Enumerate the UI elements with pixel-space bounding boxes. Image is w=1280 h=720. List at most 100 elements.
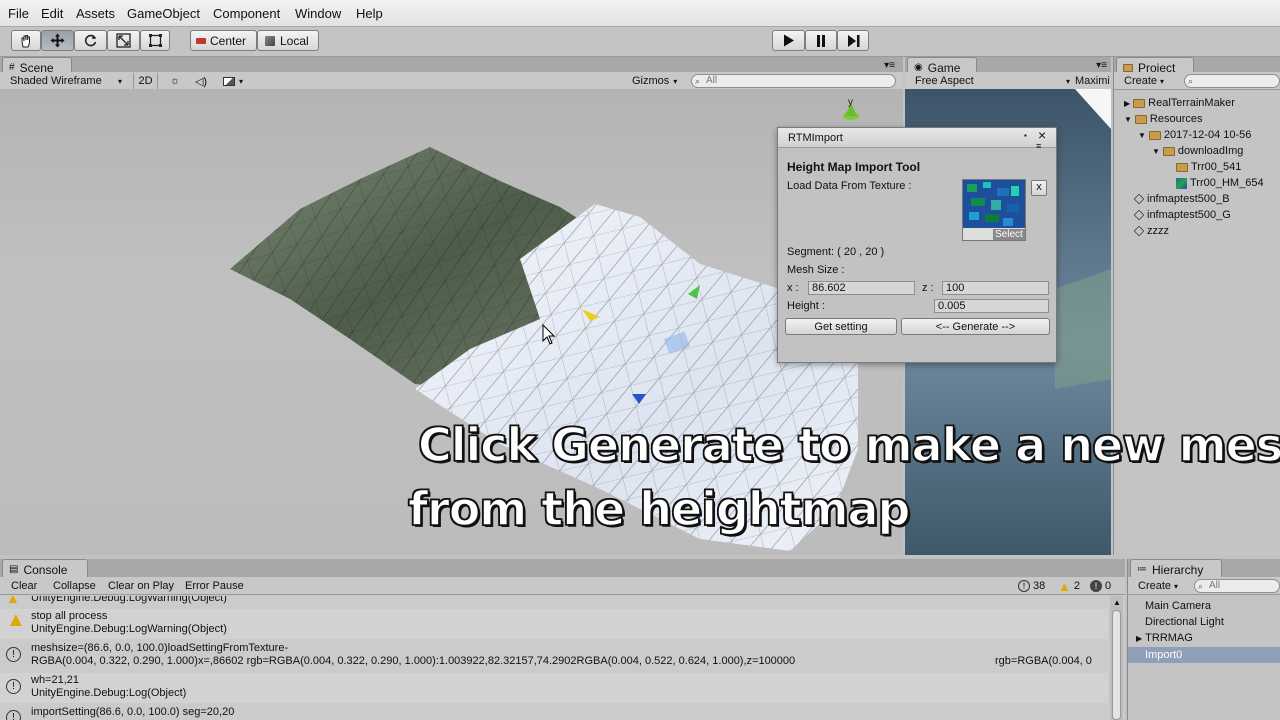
warning-filter-toggle[interactable]: ▲ 2 — [1058, 578, 1080, 594]
scene-toolbar: Shaded Wireframe ▾ 2D ☼ ◁) ▾ Gizmos ▾ ⌕ … — [0, 72, 903, 90]
tab-console[interactable]: ▤ Console — [2, 559, 88, 579]
step-button[interactable] — [837, 30, 869, 51]
log-row[interactable]: ! meshsize=(86.6, 0.0, 100.0)loadSetting… — [0, 641, 1108, 671]
rect-tool-icon — [148, 34, 162, 47]
heightmap-thumbnail — [963, 180, 1025, 228]
project-create-dropdown[interactable]: Create ▾ — [1124, 73, 1168, 89]
mode-2d-toggle[interactable]: 2D — [133, 73, 158, 89]
console-error-pause-button[interactable]: Error Pause — [185, 578, 244, 594]
log-row-text: UnityEngine.Debug:Log(Object) — [31, 687, 187, 699]
tree-item-infmaptest500-b[interactable]: infmaptest500_B — [1133, 193, 1230, 205]
scrollbar-thumb[interactable] — [1112, 610, 1121, 720]
effects-dropdown[interactable]: ▾ — [218, 73, 248, 89]
mesh-x-label: x : — [787, 282, 799, 294]
mesh-x-field[interactable]: 86.602 — [808, 281, 915, 295]
move-tool-button[interactable] — [41, 30, 74, 51]
hierarchy-search-input[interactable]: ⌕ All — [1194, 579, 1280, 593]
maximize-on-play-toggle[interactable]: Maximi — [1075, 73, 1111, 89]
scroll-up-icon[interactable]: ▲ — [1113, 598, 1121, 607]
clear-texture-button[interactable]: x — [1031, 180, 1047, 196]
console-clear-on-play-button[interactable]: Clear on Play — [108, 578, 174, 594]
menu-component[interactable]: Component — [213, 6, 280, 21]
log-filter-toggle[interactable]: ! 38 — [1018, 578, 1045, 594]
panel-menu-icon[interactable]: ≡ — [1036, 141, 1041, 151]
tree-item-label: infmaptest500_G — [1147, 209, 1231, 221]
select-texture-button[interactable]: Select — [993, 229, 1025, 240]
tree-item-date-folder[interactable]: ▼ 2017-12-04 10-56 — [1138, 129, 1251, 141]
scene-view[interactable]: y — [0, 89, 903, 555]
rotate-tool-button[interactable] — [74, 30, 107, 51]
hierarchy-item-trrmag[interactable]: ▶ TRRMAG — [1136, 632, 1193, 644]
tree-item-label: infmaptest500_B — [1147, 193, 1230, 205]
project-search-input[interactable]: ⌕ — [1184, 74, 1280, 88]
menu-edit[interactable]: Edit — [41, 6, 63, 21]
menu-gameobject[interactable]: GameObject — [127, 6, 200, 21]
hierarchy-item-import0[interactable]: Import0 — [1128, 647, 1280, 663]
gizmos-label: Gizmos — [632, 75, 670, 87]
log-row[interactable]: ! importSetting(86.6, 0.0, 100.0) seg=20… — [0, 705, 1108, 720]
info-icon: ! — [6, 710, 21, 720]
shading-mode-dropdown[interactable]: Shaded Wireframe ▾ — [10, 73, 122, 89]
tree-item-resources[interactable]: ▼ Resources — [1124, 113, 1203, 125]
lighting-toggle[interactable]: ☼ — [164, 73, 186, 89]
warning-icon: ▲ — [1058, 578, 1071, 594]
axis-y-label: y — [848, 97, 853, 108]
pause-button[interactable] — [805, 30, 837, 51]
hierarchy-create-dropdown[interactable]: Create ▾ — [1138, 578, 1182, 594]
scale-tool-button[interactable] — [107, 30, 140, 51]
tree-item-realterrainmaker[interactable]: ▶ RealTerrainMaker — [1124, 97, 1235, 109]
hierarchy-item-directional-light[interactable]: Directional Light — [1145, 616, 1224, 628]
tree-item-zzzz[interactable]: zzzz — [1133, 225, 1169, 237]
unity-logo-icon — [1133, 225, 1145, 237]
dialog-title: RTMImport — [788, 132, 843, 144]
console-clear-button[interactable]: Clear — [11, 578, 37, 594]
step-icon — [847, 34, 859, 47]
log-row[interactable]: ! wh=21,21 UnityEngine.Debug:Log(Object) — [0, 673, 1108, 703]
generate-button[interactable]: <-- Generate --> — [901, 318, 1050, 335]
log-row[interactable]: ▲ stop all process UnityEngine.Debug:Log… — [0, 609, 1108, 639]
pivot-center-button[interactable]: Center — [190, 30, 257, 51]
hierarchy-item-label: TRRMAG — [1145, 632, 1193, 644]
sun-icon: ☼ — [169, 75, 181, 87]
console-icon: ▤ — [9, 564, 19, 575]
play-button[interactable] — [772, 30, 805, 51]
menu-help[interactable]: Help — [356, 6, 383, 21]
tree-item-downloadimg[interactable]: ▼ downloadImg — [1152, 145, 1243, 157]
menu-file[interactable]: File — [8, 6, 29, 21]
tree-item-trr00-hm-654[interactable]: Trr00_HM_654 — [1176, 177, 1264, 189]
dialog-titlebar[interactable]: RTMImport ▪ × ≡ — [778, 127, 1056, 151]
tree-item-label: Resources — [1149, 113, 1203, 125]
texture-picker[interactable]: Select — [962, 179, 1026, 241]
gizmos-dropdown[interactable]: Gizmos ▾ — [632, 73, 680, 89]
tree-item-infmaptest500-g[interactable]: infmaptest500_G — [1133, 209, 1231, 221]
menu-assets[interactable]: Assets — [76, 6, 115, 21]
texture-icon — [1176, 177, 1187, 189]
hierarchy-item-label: Directional Light — [1145, 616, 1224, 628]
hand-tool-button[interactable] — [11, 30, 41, 51]
tab-hierarchy[interactable]: ≔ Hierarchy — [1130, 559, 1222, 579]
panel-menu-icon[interactable]: ▾≡ — [1096, 60, 1107, 71]
rect-tool-button[interactable] — [140, 30, 170, 51]
height-field[interactable]: 0.005 — [934, 299, 1049, 313]
console-panel: ▤ Console Clear Collapse Clear on Play E… — [0, 559, 1125, 720]
panel-menu-icon[interactable]: ▾≡ — [884, 60, 895, 71]
get-setting-button[interactable]: Get setting — [785, 318, 897, 335]
hierarchy-toolbar: Create ▾ ⌕ All — [1128, 577, 1280, 595]
menu-window[interactable]: Window — [295, 6, 341, 21]
mesh-z-field[interactable]: 100 — [942, 281, 1049, 295]
tree-item-trr00-541[interactable]: Trr00_541 — [1176, 161, 1241, 173]
maximize-icon[interactable]: ▪ — [1024, 131, 1027, 140]
project-panel: Project Create ▾ ⌕ ▶ RealTerrainMaker ▼ Re… — [1113, 57, 1280, 555]
error-filter-toggle[interactable]: ! 0 — [1090, 578, 1111, 594]
aspect-dropdown[interactable]: Free Aspect ▾ — [915, 73, 1070, 89]
info-icon: ! — [6, 679, 21, 694]
console-collapse-button[interactable]: Collapse — [53, 578, 96, 594]
pivot-local-button[interactable]: Local — [257, 30, 319, 51]
log-row[interactable]: ▲ UnityEngine.Debug:LogWarning(Object) — [0, 596, 1108, 608]
log-row-text: stop all process — [31, 610, 108, 622]
console-scrollbar[interactable]: ▲ — [1110, 596, 1123, 720]
hierarchy-item-label: Main Camera — [1145, 600, 1212, 612]
hierarchy-item-main-camera[interactable]: Main Camera — [1145, 600, 1211, 612]
audio-toggle[interactable]: ◁) — [190, 73, 212, 89]
scene-search-input[interactable]: ⌕ All — [691, 74, 896, 88]
